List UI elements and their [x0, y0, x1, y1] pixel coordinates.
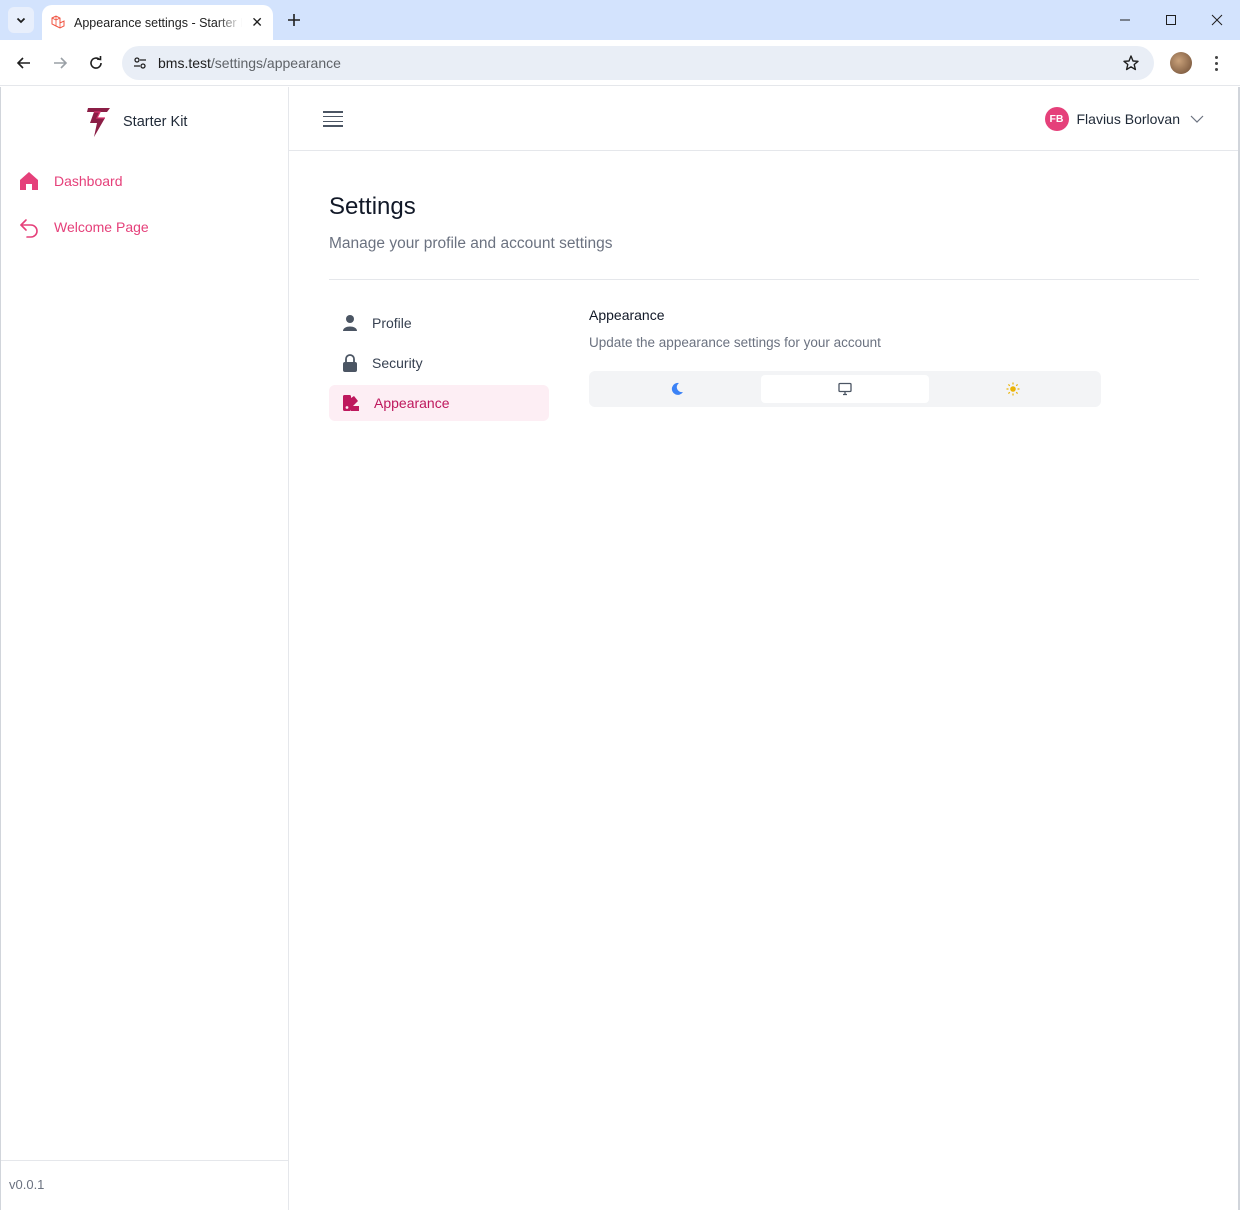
- moon-icon: [671, 382, 683, 395]
- maximize-button[interactable]: [1148, 0, 1194, 40]
- tab-close-icon[interactable]: ✕: [251, 14, 263, 31]
- app-version: v0.0.1: [9, 1177, 45, 1192]
- brand[interactable]: Starter Kit: [85, 105, 187, 139]
- back-button[interactable]: [11, 50, 37, 76]
- reload-icon: [90, 56, 102, 69]
- sidebar-footer-divider: [1, 1160, 289, 1161]
- menu-toggle-icon[interactable]: [323, 111, 343, 127]
- topbar: FB Flavius Borlovan: [289, 87, 1240, 151]
- avatar: FB: [1044, 107, 1069, 131]
- browser-tab-active[interactable]: Appearance settings - Starter Kit ✕: [42, 5, 273, 40]
- arrow-right-icon: [54, 57, 68, 69]
- monitor-icon: [838, 382, 852, 396]
- window-controls: [1102, 0, 1240, 40]
- url-path: /settings/appearance: [210, 55, 341, 71]
- close-window-button[interactable]: [1194, 0, 1240, 40]
- browser-toolbar: bms.test/settings/appearance: [0, 40, 1240, 86]
- home-icon: [20, 172, 38, 190]
- minimize-icon: [1120, 19, 1130, 21]
- browser-tabstrip: Appearance settings - Starter Kit ✕: [0, 0, 1240, 40]
- plus-icon: [288, 14, 300, 26]
- arrow-left-icon: [16, 57, 30, 69]
- user-icon: [343, 315, 357, 331]
- tab-title: Appearance settings - Starter Kit: [74, 15, 242, 30]
- address-bar[interactable]: bms.test/settings/appearance: [122, 46, 1154, 80]
- sidebar-item-welcome-page[interactable]: Welcome Page: [18, 214, 149, 240]
- url-host: bms.test: [158, 55, 211, 71]
- user-menu[interactable]: FB Flavius Borlovan: [1044, 107, 1205, 131]
- browser-profile-avatar[interactable]: [1170, 52, 1192, 74]
- sidebar-item-label: Welcome Page: [54, 219, 149, 235]
- forward-button[interactable]: [47, 50, 73, 76]
- minimize-button[interactable]: [1102, 0, 1148, 40]
- sun-icon: [1006, 382, 1020, 396]
- starter-kit-logo-icon: [87, 108, 110, 137]
- url-text: bms.test/settings/appearance: [158, 55, 341, 71]
- bookmark-star-icon[interactable]: [1122, 54, 1140, 72]
- theme-dark-button[interactable]: [593, 375, 761, 403]
- page-title: Settings: [329, 193, 416, 220]
- close-icon: [1211, 14, 1223, 26]
- new-tab-button[interactable]: [282, 8, 306, 32]
- lock-icon: [343, 354, 357, 372]
- browser-menu-icon[interactable]: [1208, 52, 1224, 74]
- brand-name: Starter Kit: [123, 114, 188, 130]
- reload-button[interactable]: [83, 50, 109, 76]
- sidebar-item-label: Dashboard: [54, 173, 123, 189]
- laravel-logo-icon: [51, 14, 65, 29]
- sidebar-item-dashboard[interactable]: Dashboard: [18, 168, 123, 194]
- tab-search-button[interactable]: [8, 7, 34, 33]
- sidebar: Starter Kit Dashboard Welcome Page v0.0.…: [0, 87, 289, 1210]
- site-settings-icon[interactable]: [132, 55, 148, 71]
- theme-light-button[interactable]: [929, 375, 1097, 403]
- page-subtitle: Manage your profile and account settings: [329, 235, 613, 252]
- theme-toggle-group: [589, 371, 1101, 407]
- maximize-icon: [1166, 15, 1176, 25]
- settings-nav-security[interactable]: Security: [329, 345, 549, 381]
- settings-nav-appearance[interactable]: Appearance: [329, 385, 549, 421]
- settings-nav-label: Security: [372, 355, 423, 371]
- chevron-down-icon: [16, 17, 26, 24]
- undo-arrow-icon: [20, 219, 38, 238]
- panel-description: Update the appearance settings for your …: [589, 335, 881, 350]
- settings-nav-label: Profile: [372, 315, 412, 331]
- settings-nav-profile[interactable]: Profile: [329, 305, 549, 341]
- appearance-panel: Appearance Update the appearance setting…: [589, 305, 1101, 407]
- settings-nav: Profile Security Appearance: [329, 305, 549, 425]
- panel-title: Appearance: [589, 307, 665, 323]
- settings-nav-label: Appearance: [374, 395, 450, 411]
- palette-icon: [343, 395, 359, 411]
- divider: [329, 279, 1199, 280]
- user-name: Flavius Borlovan: [1076, 111, 1181, 127]
- chevron-down-icon: [1190, 115, 1204, 123]
- theme-system-button[interactable]: [761, 375, 929, 403]
